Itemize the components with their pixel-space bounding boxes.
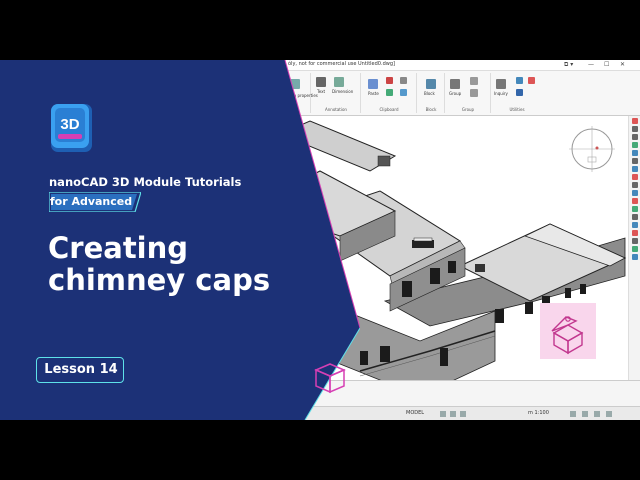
close-icon[interactable]: ✕ [620,61,625,68]
measure-icon[interactable] [528,77,535,84]
paste-label: Paste [368,91,379,96]
right-toolbar [628,116,640,406]
ungroup-icon[interactable] [470,77,478,85]
toolbar-icon-5[interactable] [632,150,638,156]
level-badge: for Advanced [49,192,141,212]
calculator-icon[interactable] [516,77,523,84]
paste-special-icon[interactable] [400,89,407,96]
ribbon-group-label-group: Group [461,107,475,112]
level-label: for Advanced [49,195,133,208]
toolbar-icon-18[interactable] [632,254,638,260]
properties-icon[interactable] [516,89,523,96]
annotation-scale[interactable]: m 1:100 [528,410,549,416]
ribbon-group-label-clipboard: Clipboard [379,107,399,112]
status-icon-b[interactable] [582,411,588,417]
title-panel: 3D nanoCAD 3D Module Tutorials for Advan… [0,60,360,420]
toolbar-icon-7[interactable] [632,166,638,172]
chimney-cap-2 [377,155,391,167]
title-line-2: chimney caps [48,263,271,297]
page-title: Creating chimney caps [48,232,288,296]
grid-toggle-icon[interactable] [440,411,446,417]
ortho-toggle-icon[interactable] [460,411,466,417]
ribbon-group-clipboard: Paste Clipboard [362,73,417,113]
snap-toggle-icon[interactable] [450,411,456,417]
group-edit-icon[interactable] [470,89,478,97]
status-icon-a[interactable] [570,411,576,417]
cube-outline-icon [312,360,348,396]
toolbar-icon-6[interactable] [632,158,638,164]
lesson-badge: Lesson 14 [36,357,124,383]
inquiry-label: Inquiry [494,91,508,96]
app-menu-icon[interactable]: ⧉ ▾ [564,61,573,69]
paste-icon[interactable] [368,79,378,89]
toolbar-icon-15[interactable] [632,230,638,236]
copy-icon[interactable] [400,77,407,84]
compass-icon[interactable] [567,124,617,174]
maximize-icon[interactable]: ☐ [604,61,609,68]
toolbar-icon-13[interactable] [632,214,638,220]
model-tab[interactable]: MODEL [406,410,424,416]
toolbar-icon-3[interactable] [632,134,638,140]
lesson-label: Lesson 14 [44,362,118,377]
status-icon-d[interactable] [606,411,612,417]
toolbar-icon-1[interactable] [632,118,638,124]
ribbon-group-utilities: Inquiry Utilities [492,73,542,113]
ribbon-group-label-utilities: Utilities [509,107,525,112]
cut-icon[interactable] [386,77,393,84]
toolbar-icon-16[interactable] [632,238,638,244]
logo-3d-icon: 3D [49,102,94,154]
house-box-icon [540,303,596,359]
copy-base-icon[interactable] [386,89,393,96]
toolbar-icon-11[interactable] [632,198,638,204]
ribbon-group-group: Group Group [446,73,491,113]
group-label: Group [449,91,462,96]
chimney-cap [412,237,434,248]
toolbar-icon-9[interactable] [632,182,638,188]
toolbar-icon-14[interactable] [632,222,638,228]
toolbar-icon-4[interactable] [632,142,638,148]
toolbar-icon-2[interactable] [632,126,638,132]
series-title: nanoCAD 3D Module Tutorials [49,175,242,189]
block-label: Block [424,91,435,96]
title-line-1: Creating [48,231,189,265]
ribbon-group-block: Block Block [418,73,445,113]
group-icon[interactable] [450,79,460,89]
inquiry-icon[interactable] [496,79,506,89]
logo-text: 3D [60,116,79,133]
toolbar-icon-8[interactable] [632,174,638,180]
minimize-icon[interactable]: — [588,61,594,68]
ribbon-group-label-block: Block [425,107,437,112]
toolbar-icon-12[interactable] [632,206,638,212]
block-icon[interactable] [426,79,436,89]
toolbar-icon-17[interactable] [632,246,638,252]
toolbar-icon-10[interactable] [632,190,638,196]
status-icon-c[interactable] [594,411,600,417]
video-frame: óly, not for commercial use Untitled0.dw… [0,60,640,420]
